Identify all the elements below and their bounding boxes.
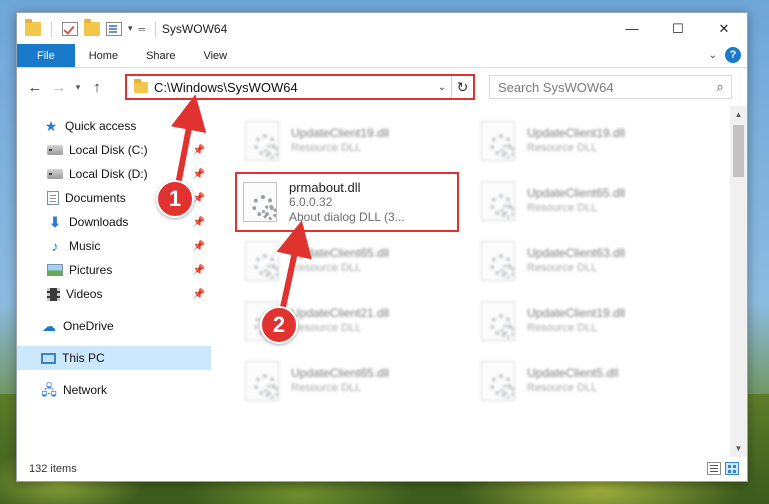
annotation-arrows — [170, 94, 312, 313]
arrow-to-address-bar-core — [170, 94, 207, 186]
step-badge-2: 2 — [260, 306, 298, 344]
step-badge-1: 1 — [156, 180, 194, 218]
arrow-to-file-core — [276, 220, 312, 313]
